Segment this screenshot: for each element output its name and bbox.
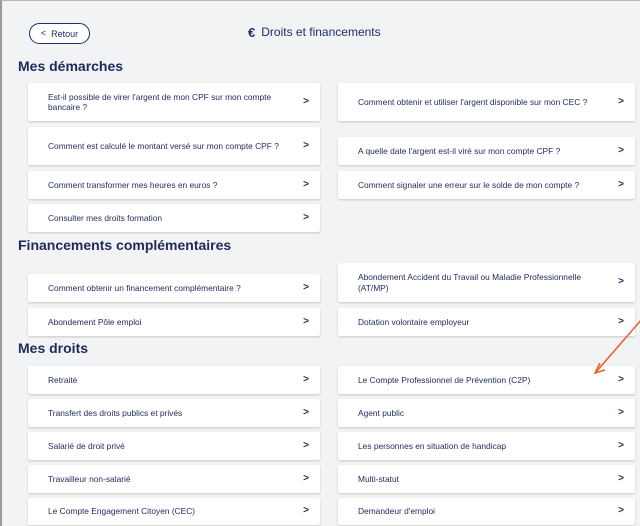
card-droits-formation[interactable]: Consulter mes droits formation >: [28, 204, 320, 232]
card-signaler-erreur[interactable]: Comment signaler une erreur sur le solde…: [338, 171, 635, 199]
card-financement-complementaire[interactable]: Comment obtenir un financement complémen…: [28, 274, 320, 302]
card-label: A quelle date l'argent est-il viré sur m…: [358, 145, 561, 156]
card-argent-cec[interactable]: Comment obtenir et utiliser l'argent dis…: [338, 83, 635, 121]
section-title-droits: Mes droits: [18, 340, 89, 356]
card-montant-verse[interactable]: Comment est calculé le montant versé sur…: [28, 127, 320, 165]
chevron-right-icon: >: [303, 315, 309, 327]
chevron-right-icon: >: [303, 281, 309, 293]
section-title-financements: Financements complémentaires: [18, 237, 232, 253]
chevron-right-icon: >: [303, 139, 309, 151]
chevron-right-icon: >: [303, 439, 309, 451]
card-label: Transfert des droits publics et privés: [48, 407, 183, 418]
card-label: Comment est calculé le montant versé sur…: [48, 140, 279, 151]
card-label: Le Compte Engagement Citoyen (CEC): [48, 506, 196, 517]
chevron-right-icon: >: [303, 505, 309, 517]
card-label: Comment obtenir un financement complémen…: [48, 282, 241, 293]
card-label: Travailleur non-salarié: [48, 473, 131, 484]
card-cec[interactable]: Le Compte Engagement Citoyen (CEC) >: [28, 498, 320, 525]
back-button[interactable]: < Retour: [29, 23, 90, 44]
chevron-right-icon: >: [618, 178, 624, 190]
page-title: € Droits et financements: [248, 24, 381, 40]
card-handicap[interactable]: Les personnes en situation de handicap >: [338, 432, 635, 460]
page-title-text: Droits et financements: [261, 25, 381, 39]
card-label: Abondement Accident du Travail ou Maladi…: [358, 272, 582, 293]
card-c2p[interactable]: Le Compte Professionnel de Prévention (C…: [338, 366, 635, 394]
card-date-virement[interactable]: A quelle date l'argent est-il viré sur m…: [338, 137, 635, 165]
card-label: Retraité: [48, 374, 78, 385]
chevron-right-icon: >: [618, 472, 624, 484]
card-label: Comment obtenir et utiliser l'argent dis…: [358, 96, 588, 107]
app-frame: < Retour € Droits et financements Mes dé…: [0, 0, 640, 526]
card-label: Dotation volontaire employeur: [358, 316, 470, 327]
card-salarie-prive[interactable]: Salarié de droit privé >: [28, 432, 320, 460]
card-label: Comment transformer mes heures en euros …: [48, 179, 218, 190]
card-retraite[interactable]: Retraité >: [28, 366, 320, 394]
card-label: Consulter mes droits formation: [48, 212, 163, 223]
card-multi-statut[interactable]: Multi-statut >: [338, 465, 635, 493]
card-label: Salarié de droit privé: [48, 440, 125, 451]
chevron-right-icon: >: [618, 315, 624, 327]
chevron-right-icon: >: [618, 144, 624, 156]
card-label: Multi-statut: [358, 473, 399, 484]
card-abondement-atmp[interactable]: Abondement Accident du Travail ou Maladi…: [338, 263, 635, 302]
chevron-right-icon: >: [303, 178, 309, 190]
back-button-label: Retour: [51, 28, 79, 39]
section-title-demarches: Mes démarches: [18, 58, 124, 74]
chevron-right-icon: >: [303, 211, 309, 223]
page-header: < Retour € Droits et financements: [2, 1, 640, 53]
chevron-left-icon: <: [40, 28, 47, 38]
chevron-right-icon: >: [618, 505, 624, 517]
card-abondement-pole-emploi[interactable]: Abondement Pôle emploi >: [28, 308, 320, 336]
card-label: Est-il possible de virer l'argent de mon…: [48, 91, 272, 113]
chevron-right-icon: >: [618, 439, 624, 451]
card-travailleur-non-salarie[interactable]: Travailleur non-salarié >: [28, 465, 320, 493]
card-label: Agent public: [358, 407, 405, 418]
card-virer-argent-cpf[interactable]: Est-il possible de virer l'argent de mon…: [28, 83, 320, 121]
card-label: Les personnes en situation de handicap: [358, 440, 507, 451]
chevron-right-icon: >: [303, 472, 309, 484]
card-transfert-droits[interactable]: Transfert des droits publics et privés >: [28, 399, 320, 427]
card-demandeur-emploi[interactable]: Demandeur d'emploi >: [338, 498, 635, 525]
chevron-right-icon: >: [618, 406, 624, 418]
card-label: Comment signaler une erreur sur le solde…: [358, 179, 580, 190]
card-agent-public[interactable]: Agent public >: [338, 399, 635, 427]
chevron-right-icon: >: [618, 373, 624, 385]
chevron-right-icon: >: [303, 95, 309, 107]
euro-icon: €: [248, 24, 256, 40]
chevron-right-icon: >: [303, 373, 309, 385]
card-dotation-employeur[interactable]: Dotation volontaire employeur >: [338, 308, 635, 336]
card-label: Le Compte Professionnel de Prévention (C…: [358, 374, 531, 385]
chevron-right-icon: >: [303, 406, 309, 418]
card-label: Abondement Pôle emploi: [48, 316, 142, 327]
chevron-right-icon: >: [618, 276, 624, 288]
chevron-right-icon: >: [618, 95, 624, 107]
card-label: Demandeur d'emploi: [358, 506, 436, 517]
card-heures-euros[interactable]: Comment transformer mes heures en euros …: [28, 171, 320, 199]
